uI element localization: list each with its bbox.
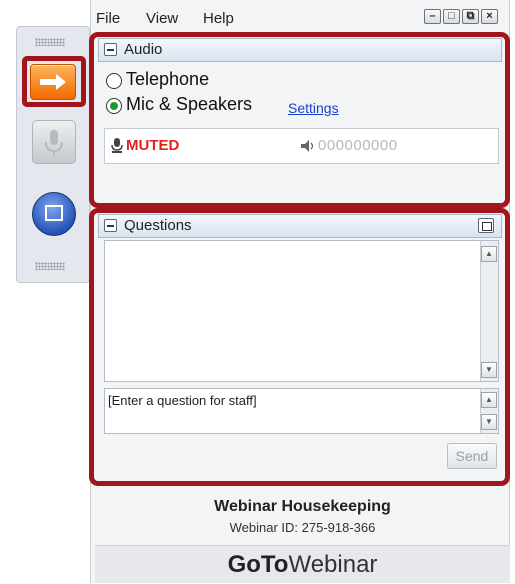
- menu-file[interactable]: File: [96, 10, 120, 27]
- close-button[interactable]: ×: [481, 9, 498, 24]
- microphone-button[interactable]: [32, 120, 76, 164]
- grip-bottom[interactable]: [35, 262, 65, 270]
- brand-bold: GoTo: [227, 551, 289, 578]
- questions-highlight-box: [89, 208, 510, 486]
- webinar-title: Webinar Housekeeping: [214, 498, 391, 515]
- maximize-button[interactable]: □: [443, 9, 460, 24]
- screen-share-icon: [45, 205, 63, 221]
- minimize-button[interactable]: –: [424, 9, 441, 24]
- webinar-id: Webinar ID: 275-918-366: [229, 520, 376, 535]
- restore-button[interactable]: ⧉: [462, 9, 479, 24]
- microphone-icon: [45, 130, 63, 156]
- brand-logo: GoToWebinar: [95, 545, 510, 583]
- brand-light: Webinar: [288, 551, 378, 578]
- audio-highlight-box: [89, 32, 510, 208]
- grip-top[interactable]: [35, 38, 65, 46]
- menu-view[interactable]: View: [146, 10, 178, 27]
- menu-help[interactable]: Help: [203, 10, 234, 27]
- screen-share-button[interactable]: [32, 192, 76, 236]
- highlight-arrow-button: [22, 56, 86, 107]
